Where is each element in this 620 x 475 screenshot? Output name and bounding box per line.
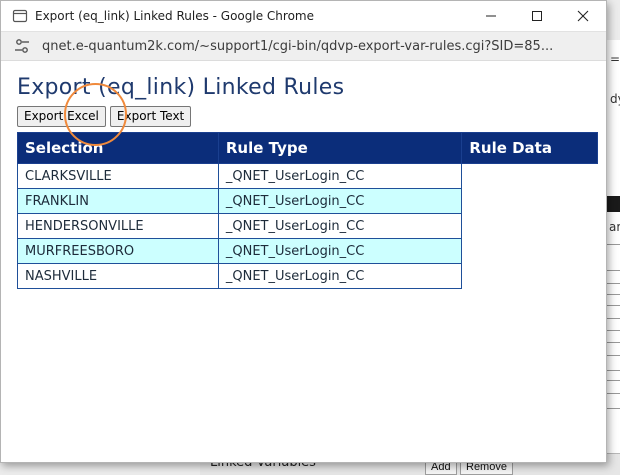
table-row: FRANKLIN _QNET_UserLogin_CC (17, 188, 598, 214)
popup-window: Export (eq_link) Linked Rules - Google C… (0, 0, 607, 463)
page-title: Export (eq_link) Linked Rules (17, 75, 345, 100)
background-fragment: dy (610, 92, 620, 106)
background-field (606, 342, 620, 356)
tune-icon[interactable] (13, 37, 31, 55)
rule-data-cell (462, 264, 598, 289)
export-buttons: Export Excel Export Text (17, 106, 598, 127)
background-fragment: ar (609, 220, 620, 234)
title-bar[interactable]: Export (eq_link) Linked Rules - Google C… (1, 1, 606, 31)
address-bar: qnet.e-quantum2k.com/~support1/cgi-bin/q… (1, 31, 606, 61)
rule-data-cell (462, 239, 598, 264)
minimize-icon[interactable] (468, 1, 514, 31)
background-field (606, 270, 620, 284)
table-row: CLARKSVILLE _QNET_UserLogin_CC (17, 163, 598, 189)
rule-data-cell (462, 214, 598, 239)
rule-data-cell (462, 164, 598, 189)
selection-cell: MURFREESBORO (17, 238, 219, 264)
table-row: HENDERSONVILLE _QNET_UserLogin_CC (17, 213, 598, 239)
maximize-icon[interactable] (514, 1, 560, 31)
export-text-button[interactable]: Export Text (109, 106, 192, 127)
export-excel-button[interactable]: Export Excel (17, 106, 106, 127)
background-divider (606, 408, 620, 409)
background-divider (606, 330, 620, 331)
close-icon[interactable] (560, 1, 606, 31)
background-field (606, 380, 620, 394)
column-header-rule-data: Rule Data (461, 132, 598, 164)
rule-type-cell: _QNET_UserLogin_CC (217, 163, 463, 189)
chrome-window-icon (12, 8, 28, 24)
background-divider (606, 294, 620, 295)
url-text[interactable]: qnet.e-quantum2k.com/~support1/cgi-bin/q… (42, 39, 602, 54)
selection-cell: CLARKSVILLE (17, 163, 219, 189)
column-header-selection: Selection (17, 132, 219, 164)
background-divider (606, 370, 620, 371)
background-field (606, 305, 620, 319)
rule-type-cell: _QNET_UserLogin_CC (217, 213, 463, 239)
selection-cell: NASHVILLE (17, 263, 219, 289)
background-fragment: =8 (610, 52, 620, 66)
rule-data-cell (462, 189, 598, 214)
background-bar (606, 196, 620, 212)
selection-cell: HENDERSONVILLE (17, 213, 219, 239)
linked-rules-table: Selection Rule Type Rule Data CLARKSVILL… (17, 132, 598, 289)
selection-cell: FRANKLIN (17, 188, 219, 214)
rule-type-cell: _QNET_UserLogin_CC (217, 238, 463, 264)
table-row: NASHVILLE _QNET_UserLogin_CC (17, 263, 598, 289)
column-header-rule-type: Rule Type (217, 132, 463, 164)
rule-type-cell: _QNET_UserLogin_CC (217, 188, 463, 214)
window-title: Export (eq_link) Linked Rules - Google C… (35, 9, 314, 23)
window-controls (468, 1, 606, 31)
page-content: Export (eq_link) Linked Rules Export Exc… (1, 61, 606, 289)
background-divider (606, 244, 620, 245)
table-header-row: Selection Rule Type Rule Data (17, 132, 598, 164)
rule-type-cell: _QNET_UserLogin_CC (217, 263, 463, 289)
table-row: MURFREESBORO _QNET_UserLogin_CC (17, 238, 598, 264)
